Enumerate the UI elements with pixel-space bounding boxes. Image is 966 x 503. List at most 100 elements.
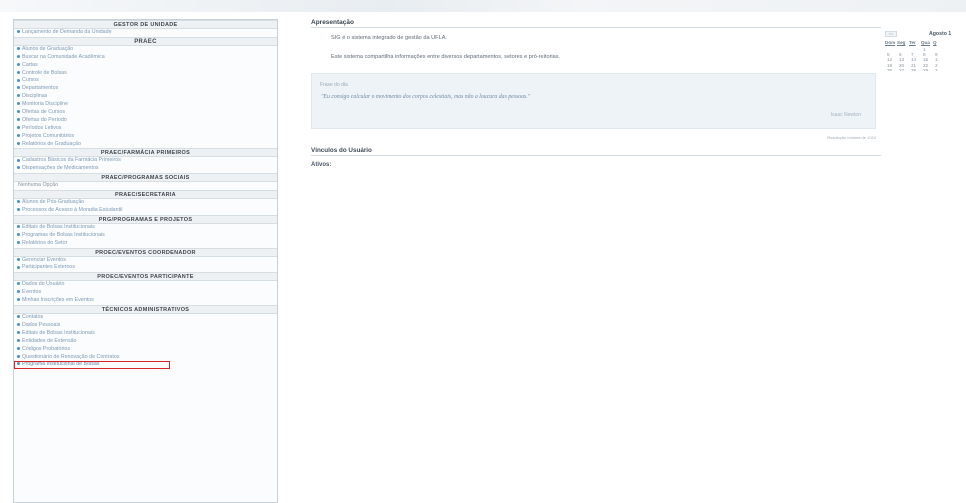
sidebar-item-label: Processos de Acesso à Moradia Estudantil xyxy=(22,207,123,214)
quote-text: "Eu consigo calcular o movimento dos cor… xyxy=(321,94,531,100)
sidebar-item[interactable]: Programa Institucional de Bolsas xyxy=(14,361,170,370)
sidebar-item[interactable]: Departamentos xyxy=(14,85,277,93)
sidebar-item-label: Relatórios do Setor xyxy=(22,239,68,246)
sidebar-item-label: Controle de Bolsas xyxy=(22,69,67,76)
sidebar-section-title: PRAEC/Farmácia Primeiros xyxy=(14,148,277,158)
sidebar-item[interactable]: Ofertas de Cursos xyxy=(14,109,277,117)
active-label: Ativos: xyxy=(311,162,332,168)
bullet-icon xyxy=(17,54,20,58)
bullet-icon xyxy=(17,232,20,236)
bullet-icon xyxy=(17,166,20,170)
bullet-icon xyxy=(17,141,20,145)
sidebar-item[interactable]: Relatórios do Setor xyxy=(14,240,277,248)
sidebar-item-label: Relatórios de Graduação xyxy=(22,140,81,147)
bullet-icon xyxy=(17,330,20,334)
calendar-week: 26 27 28 29 3 xyxy=(887,68,947,71)
bullet-icon xyxy=(17,110,20,114)
calendar-day[interactable]: 29 xyxy=(923,68,935,71)
calendar-weekday: Q xyxy=(933,40,937,45)
bullet-icon xyxy=(17,323,20,327)
sidebar-item-label: Editais de Bolsas Institucionais xyxy=(22,223,95,230)
sidebar-empty-option: Nenhuma Opção xyxy=(18,182,59,189)
quote-label: Frase do dia xyxy=(320,82,348,88)
sidebar-section-title: PRAEC/Secretaria xyxy=(14,190,277,200)
sidebar-item-label: Editais de Bolsas Institucionais xyxy=(22,329,95,336)
bullet-icon xyxy=(17,298,20,302)
bullet-icon xyxy=(17,86,20,90)
sidebar-item-label: Dados Pessoais xyxy=(22,321,61,328)
calendar-prev-button[interactable]: << xyxy=(885,31,897,37)
bullet-icon xyxy=(17,78,20,82)
calendar-day[interactable]: 27 xyxy=(899,68,911,71)
bullet-icon xyxy=(17,225,20,229)
sidebar-item-label: Ofertas de Cursos xyxy=(22,109,65,116)
bullet-icon xyxy=(17,158,20,162)
sidebar-item-label: Buscar na Comunidade Acadêmica xyxy=(22,53,105,60)
sidebar-item-label: Programa Institucional de Bolsas xyxy=(22,361,100,368)
bullet-icon xyxy=(17,346,20,350)
sidebar-item[interactable]: Códigos Probatórios xyxy=(14,346,277,354)
bullet-icon xyxy=(17,257,20,261)
sidebar-section-title: Técnicos Administrativos xyxy=(14,305,277,315)
sidebar-item[interactable]: Eventos xyxy=(14,289,277,297)
calendar-day[interactable]: 26 xyxy=(887,68,899,71)
calendar-day[interactable]: 28 xyxy=(911,68,923,71)
sidebar-item-label: Minhas Inscrições em Eventos xyxy=(22,297,94,304)
bullet-icon xyxy=(17,62,20,66)
calendar-widget: << Agosto 1 Dom Seg Ter Qua Q 1 5 6 7 8 9 12 13 14 15… xyxy=(884,31,966,71)
sidebar-item-label: Dispensações de Medicamentos xyxy=(22,165,99,172)
calendar-weekday: Qua xyxy=(921,40,930,45)
sidebar-item[interactable]: Ofertas do Período xyxy=(14,117,277,125)
sidebar-item-label: Contatos xyxy=(22,314,44,321)
resolution-note: Resolução mínima de 1024 xyxy=(827,135,876,140)
sidebar-item[interactable]: Alunos de Pós-Graduação xyxy=(14,199,277,207)
sidebar-item[interactable]: Cartas xyxy=(14,62,277,70)
sidebar-item[interactable]: Cursos xyxy=(14,77,277,85)
sidebar-section-title: PROEC/Eventos Participante xyxy=(14,272,277,282)
sidebar-item-label: Cadastros Básicos da Farmácia Primeiros xyxy=(22,157,121,164)
sidebar-item[interactable]: Programas de Bolsas Institucionais xyxy=(14,232,277,240)
sidebar-item[interactable]: Gerenciar Eventos xyxy=(14,257,277,265)
sidebar-item[interactable]: Dados do Usuário xyxy=(14,281,277,289)
main-content: Apresentação SIG é o sistema integrado d… xyxy=(311,18,881,168)
sidebar-item[interactable]: Projetos Comunitários xyxy=(14,133,277,141)
sidebar-item-label: Alunos de Pós-Graduação xyxy=(22,199,85,206)
sidebar-item[interactable]: Buscar na Comunidade Acadêmica xyxy=(14,54,277,62)
intro-paragraph: SIG é o sistema integrado de gestão da U… xyxy=(331,35,447,41)
sidebar-item-label: Departamentos xyxy=(22,85,59,92)
bullet-icon xyxy=(17,338,20,342)
sidebar-item[interactable]: Cadastros Básicos da Farmácia Primeiros xyxy=(14,157,277,165)
sidebar-item[interactable]: Alunos de Graduação xyxy=(14,46,277,54)
sidebar-item[interactable]: Dispensações de Medicamentos xyxy=(14,165,277,173)
bullet-icon xyxy=(17,102,20,106)
sidebar-section-title: PRAEC xyxy=(14,36,277,46)
sidebar-menu: Gestor de Unidade Lançamento de Demanda d… xyxy=(13,19,278,503)
quote-box: Frase do dia "Eu consigo calcular o movi… xyxy=(311,73,876,129)
user-links-heading: Vínculos do Usuário xyxy=(311,146,881,156)
sidebar-item[interactable]: Editais de Bolsas Institucionais xyxy=(14,224,277,232)
sidebar-item[interactable]: Questionário de Renovação de Contratos xyxy=(14,354,277,362)
sidebar-item[interactable]: Controle de Bolsas xyxy=(14,70,277,78)
bullet-icon xyxy=(17,94,20,98)
sidebar-item[interactable]: Processos de Acesso à Moradia Estudantil xyxy=(14,207,277,215)
sidebar-item[interactable]: Participantes Externos xyxy=(14,264,277,272)
sidebar-item[interactable]: Monitoria Discipline xyxy=(14,101,277,109)
sidebar-item[interactable]: Disciplinas xyxy=(14,93,277,101)
sidebar-item[interactable]: Períodos Letivos xyxy=(14,125,277,133)
bullet-icon xyxy=(17,290,20,294)
sidebar-item[interactable]: Contatos xyxy=(14,314,277,322)
sidebar-section-title: Gestor de Unidade xyxy=(14,20,277,29)
sidebar-item[interactable]: Lançamento de Demanda da Unidade xyxy=(14,29,277,37)
sidebar-item[interactable]: Relatórios de Graduação xyxy=(14,141,277,149)
calendar-day[interactable]: 3 xyxy=(935,68,947,71)
calendar-weekday: Ter xyxy=(909,40,916,45)
bullet-icon xyxy=(17,265,20,269)
sidebar-item[interactable]: Editais de Bolsas Institucionais xyxy=(14,330,277,338)
sidebar-item[interactable]: Dados Pessoais xyxy=(14,322,277,330)
bullet-icon xyxy=(17,118,20,121)
bullet-icon xyxy=(17,208,20,212)
sidebar-item-label: Códigos Probatórios xyxy=(22,345,70,352)
sidebar-item[interactable]: Minhas Inscrições em Eventos xyxy=(14,297,277,305)
sidebar-item[interactable]: Entidades de Extensão xyxy=(14,338,277,346)
sidebar-item-label: Dados do Usuário xyxy=(22,281,65,288)
